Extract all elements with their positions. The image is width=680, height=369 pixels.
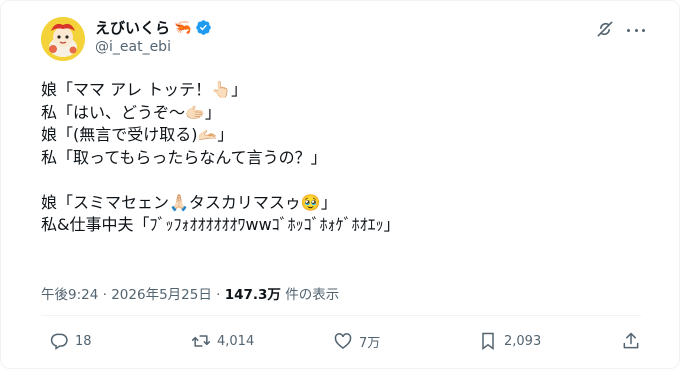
bookmark-button[interactable]: 2,093 [478, 331, 541, 351]
retweet-icon [191, 335, 211, 347]
action-bar: 18 4,014 7万 2,093 [41, 331, 646, 359]
reply-icon [50, 333, 68, 350]
share-icon [623, 332, 639, 349]
tweet-line: 娘「ママ アレ トッテ！👆🏻」 [41, 80, 248, 99]
tweet-meta: 午後9:24 · 2026年5月25日 · 147.3万 件の表示 [41, 283, 339, 303]
verified-badge-icon[interactable] [195, 19, 212, 36]
tweet-line: 私「取ってもらったらなんて言うの？」 [41, 147, 327, 167]
author-name-row[interactable]: えびいくら 🦐 [95, 17, 212, 38]
meta-separator: · [102, 287, 107, 303]
bookmark-icon [482, 332, 494, 350]
grok-icon[interactable] [595, 19, 615, 39]
tweet-date[interactable]: 2026年5月25日 [111, 287, 212, 303]
more-icon[interactable] [627, 21, 645, 39]
like-count: 7万 [359, 335, 381, 351]
tweet-line: 私&仕事中夫「ﾌﾞｯﾌｫｵｵｵｵｵｵﾜwwｺﾞﾎｯｺﾞﾎｫｹﾞﾎｵｴｯ」 [41, 215, 400, 234]
views-count[interactable]: 147.3万 [225, 287, 281, 303]
reply-button[interactable]: 18 [49, 331, 92, 351]
like-icon [334, 333, 352, 350]
like-button[interactable]: 7万 [333, 331, 380, 351]
avatar-illustration [41, 17, 85, 61]
divider [41, 315, 641, 316]
name-emoji: 🦐 [174, 19, 192, 36]
views-label: 件の表示 [285, 287, 340, 303]
avatar[interactable] [41, 17, 85, 61]
retweet-count: 4,014 [217, 333, 255, 349]
meta-separator: · [216, 287, 221, 303]
share-button[interactable] [621, 331, 641, 351]
tweet-line: 娘「(無言で受け取る)🫴🏻」 [41, 125, 234, 144]
tweet-text: 娘「ママ アレ トッテ！👆🏻」 私「はい、どうぞ～🫱🏻」 娘「(無言で受け取る)… [41, 79, 641, 237]
user-handle[interactable]: @i_eat_ebi [95, 39, 171, 55]
bookmark-count: 2,093 [504, 333, 542, 349]
tweet-line: 私「はい、どうぞ～🫱🏻」 [41, 102, 221, 122]
tweet-card: えびいくら 🦐 @i_eat_ebi 娘「ママ アレ トッテ！👆🏻」 私「はい、… [0, 0, 680, 369]
display-name[interactable]: えびいくら [95, 17, 170, 38]
tweet-time[interactable]: 午後9:24 [41, 287, 98, 303]
retweet-button[interactable]: 4,014 [191, 331, 254, 351]
tweet-line: 娘「スミマセェン🙏🏻タスカリマスゥ🥹」 [41, 192, 337, 212]
reply-count: 18 [75, 333, 92, 349]
